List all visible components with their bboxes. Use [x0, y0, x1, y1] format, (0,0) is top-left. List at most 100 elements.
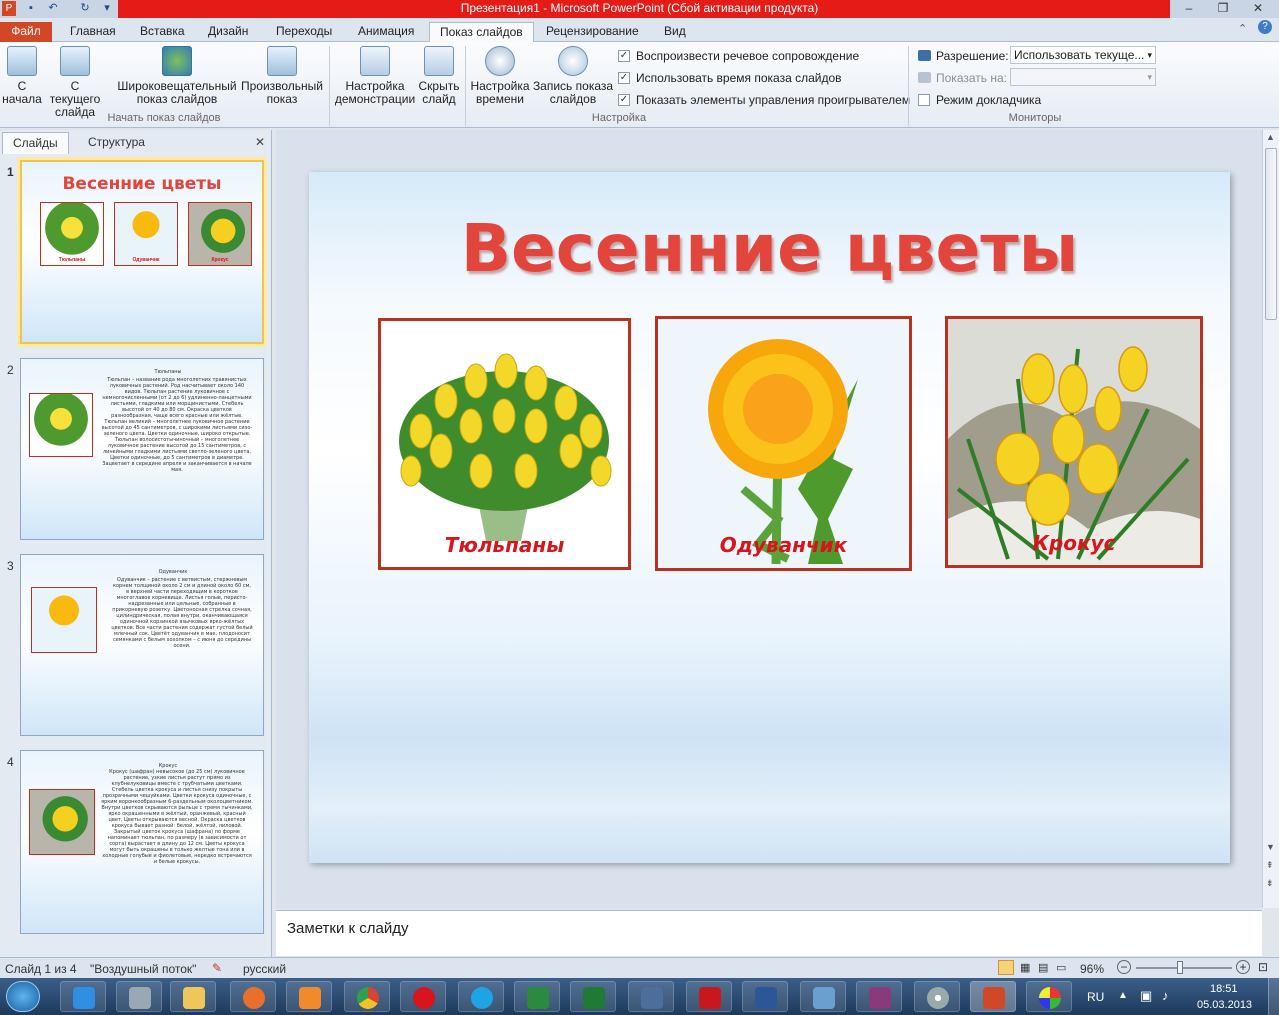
rehearse-timings-button[interactable]: Настройка времени — [469, 46, 531, 106]
setup-slideshow-button[interactable]: Настройка демонстрации — [334, 46, 416, 106]
slide-title[interactable]: Весенние цветы — [309, 210, 1230, 287]
taskbar-powerpoint[interactable] — [970, 981, 1016, 1012]
zoom-slider-handle[interactable] — [1177, 961, 1183, 974]
slide-thumbnail-row[interactable]: 4 Крокус Крокус (шафран) невысокое (до 2… — [0, 750, 270, 936]
tab-outline[interactable]: Структура — [78, 132, 155, 152]
taskbar-paint[interactable] — [1026, 981, 1072, 1012]
thumb-body-text: Тюльпан – название рода многолетних трав… — [101, 377, 253, 473]
taskbar-ie[interactable] — [60, 981, 106, 1012]
media-player-icon — [299, 987, 321, 1009]
slide-thumbnail[interactable]: Одуванчик Одуванчик – растение с ветвист… — [20, 554, 264, 736]
presenter-view-label: Режим докладчика — [936, 93, 1042, 107]
record-slideshow-button[interactable]: Запись показа слайдов — [532, 46, 614, 106]
taskbar-excel-2[interactable] — [570, 981, 616, 1012]
language-indicator[interactable]: русский — [243, 962, 286, 976]
slides-pane: Слайды Структура ✕ 1 Весенние цветы Тюль… — [0, 130, 272, 958]
tab-review[interactable]: Рецензирование — [536, 22, 649, 42]
reading-view-icon[interactable]: ▤ — [1038, 961, 1048, 974]
taskbar-explorer[interactable] — [170, 981, 216, 1012]
tab-slides[interactable]: Слайды — [2, 132, 69, 154]
timings-checkbox[interactable]: ✓ Использовать время показа слайдов — [618, 71, 842, 85]
network-tray-icon[interactable]: ▣ — [1140, 988, 1152, 1004]
help-icon[interactable]: ? — [1258, 20, 1272, 34]
spellcheck-icon[interactable]: ✎ — [212, 961, 222, 975]
taskbar-skype[interactable] — [458, 981, 504, 1012]
tab-transitions[interactable]: Переходы — [266, 22, 342, 42]
thumb-caption: Тюльпаны — [58, 257, 86, 263]
slide-thumbnail[interactable]: Крокус Крокус (шафран) невысокое (до 25 … — [20, 750, 264, 934]
slide-thumbnail-row[interactable]: 3 Одуванчик Одуванчик – растение с ветви… — [0, 554, 270, 738]
taskbar-virtualbox[interactable] — [628, 981, 674, 1012]
scroll-down-icon[interactable]: ▼ — [1266, 842, 1275, 852]
tray-expand-icon[interactable]: ▲ — [1118, 990, 1128, 1001]
slide-thumbnail-row[interactable]: 2 Тюльпаны Тюльпан – название рода много… — [0, 358, 270, 542]
custom-show-button[interactable]: Произвольный показ — [240, 46, 324, 106]
tab-slideshow[interactable]: Показ слайдов — [429, 22, 534, 42]
dandelion-card[interactable]: Одуванчик — [655, 316, 912, 571]
close-pane-icon[interactable]: ✕ — [255, 135, 265, 149]
taskbar-media[interactable] — [286, 981, 332, 1012]
slide-sorter-icon[interactable]: ▦ — [1020, 961, 1030, 974]
tulip-card[interactable]: Тюльпаны — [378, 318, 631, 570]
close-window-icon[interactable]: ✕ — [1244, 0, 1272, 16]
network-icon — [813, 987, 835, 1009]
show-on-select[interactable]: ▾ — [1010, 68, 1156, 86]
slide-thumbnail[interactable]: Весенние цветы Тюльпаны Одуванчик Крокус — [20, 160, 264, 344]
taskbar-winrar[interactable] — [856, 981, 902, 1012]
start-button-icon[interactable] — [6, 981, 40, 1012]
narration-checkbox[interactable]: ✓ Воспроизвести речевое сопровождение — [618, 49, 859, 63]
show-desktop-button[interactable] — [1268, 978, 1279, 1015]
tab-animation[interactable]: Анимация — [348, 22, 424, 42]
current-slide[interactable]: Весенние цветы Тюльпаны Одуванчик Крокус — [309, 172, 1230, 863]
from-current-button[interactable]: С текущего слайда — [44, 46, 106, 119]
taskbar-firefox[interactable] — [230, 981, 276, 1012]
taskbar-disc[interactable] — [914, 981, 960, 1012]
slide-thumbnail[interactable]: Тюльпаны Тюльпан – название рода многоле… — [20, 358, 264, 540]
broadcast-button[interactable]: Широковещательный показ слайдов — [116, 46, 238, 106]
presenter-view-checkbox[interactable]: Режим докладчика — [918, 93, 1041, 107]
keyboard-language[interactable]: RU — [1087, 990, 1104, 1004]
restore-icon[interactable]: ❐ — [1209, 0, 1237, 16]
crocus-card[interactable]: Крокус — [945, 316, 1203, 568]
taskbar-acrobat[interactable] — [686, 981, 732, 1012]
normal-view-icon[interactable] — [998, 960, 1014, 975]
fit-to-window-icon[interactable]: ⊡ — [1258, 960, 1268, 974]
media-controls-checkbox[interactable]: ✓ Показать элементы управления проигрыват… — [618, 93, 910, 107]
volume-icon[interactable]: ♪ — [1162, 988, 1169, 1003]
minimize-icon[interactable]: – — [1175, 0, 1203, 16]
tab-insert[interactable]: Вставка — [130, 22, 195, 42]
thumb-caption: Крокус — [211, 257, 229, 263]
scrollbar-thumb[interactable] — [1265, 148, 1277, 320]
zoom-slider[interactable] — [1136, 967, 1232, 969]
zoom-in-icon[interactable]: + — [1236, 960, 1250, 974]
taskbar-calculator[interactable] — [116, 981, 162, 1012]
collapse-ribbon-icon[interactable]: ⌃ — [1238, 22, 1247, 35]
scroll-up-icon[interactable]: ▲ — [1266, 132, 1275, 142]
notes-pane[interactable]: Заметки к слайду — [276, 910, 1262, 956]
from-beginning-button[interactable]: С начала — [2, 46, 42, 106]
tab-design[interactable]: Дизайн — [198, 22, 258, 42]
tab-file[interactable]: Файл — [0, 22, 52, 42]
theme-name[interactable]: "Воздушный поток" — [90, 962, 196, 976]
zoom-level[interactable]: 96% — [1080, 962, 1104, 976]
tab-home[interactable]: Главная — [60, 22, 126, 42]
taskbar-excel-1[interactable] — [514, 981, 560, 1012]
slideshow-view-icon[interactable]: ▭ — [1056, 961, 1066, 974]
paint-icon — [1039, 987, 1061, 1009]
next-slide-icon[interactable]: ⇟ — [1266, 878, 1274, 889]
notes-placeholder[interactable]: Заметки к слайду — [287, 920, 409, 937]
hide-slide-button[interactable]: Скрыть слайд — [418, 46, 460, 106]
taskbar-word[interactable] — [742, 981, 788, 1012]
ribbon-separator — [908, 46, 909, 126]
previous-slide-icon[interactable]: ⇞ — [1266, 860, 1274, 871]
vertical-scrollbar[interactable]: ▲ ▼ ⇞ ⇟ — [1262, 130, 1279, 908]
slide-thumbnail-row[interactable]: 1 Весенние цветы Тюльпаны Одуванчик Крок… — [0, 160, 270, 346]
clock-time[interactable]: 18:51 — [1210, 983, 1238, 995]
clock-date[interactable]: 05.03.2013 — [1197, 999, 1252, 1011]
resolution-select[interactable]: Использовать текуще... ▾ — [1010, 46, 1156, 64]
tab-view[interactable]: Вид — [654, 22, 696, 42]
taskbar-opera[interactable] — [400, 981, 446, 1012]
taskbar-network[interactable] — [800, 981, 846, 1012]
zoom-out-icon[interactable]: − — [1117, 960, 1131, 974]
taskbar-chrome[interactable] — [344, 981, 390, 1012]
